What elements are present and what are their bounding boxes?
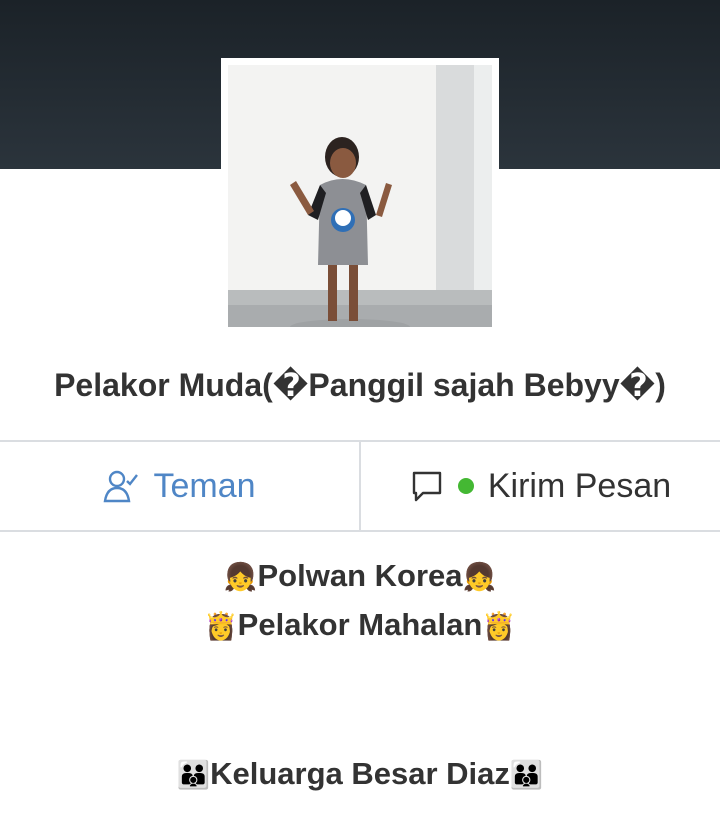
chat-bubble-icon	[412, 471, 442, 502]
girl-emoji-icon: 👧	[223, 562, 258, 592]
family-emoji-icon: 👪	[176, 760, 211, 790]
bio-line-1: 👧Polwan Korea👧	[0, 558, 720, 594]
bio-line-2-text: Pelakor Mahalan	[237, 607, 483, 642]
friend-button-label: Teman	[153, 466, 256, 505]
family-emoji-icon: 👪	[509, 760, 544, 790]
bio-line-3-text: Keluarga Besar Diaz	[210, 756, 510, 791]
profile-actions: Teman Kirim Pesan	[0, 440, 720, 532]
profile-name: Pelakor Muda(�Panggil sajah Bebyy�)	[54, 367, 666, 403]
friend-button[interactable]: Teman	[0, 442, 361, 530]
princess-emoji-icon: 👸	[482, 611, 516, 641]
bio-line-3: 👪Keluarga Besar Diaz👪	[0, 756, 720, 792]
girl-emoji-icon: 👧	[462, 562, 497, 592]
bio-line-2: 👸Pelakor Mahalan👸	[0, 607, 720, 643]
bio-line-1-text: Polwan Korea	[257, 558, 463, 593]
profile-picture[interactable]	[221, 58, 499, 334]
send-message-label: Kirim Pesan	[487, 466, 672, 505]
friend-check-icon	[104, 470, 139, 503]
send-message-button[interactable]: Kirim Pesan	[361, 442, 720, 530]
princess-emoji-icon: 👸	[204, 611, 238, 641]
profile-photo	[228, 65, 492, 327]
online-status-icon	[457, 478, 474, 494]
